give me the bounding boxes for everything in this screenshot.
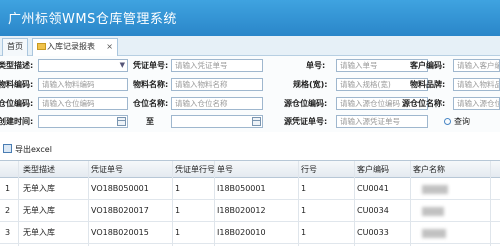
table-row[interactable]: 3 无单入库 VO18B020015 1 I18B020010 1 CU0033 (0, 222, 500, 244)
matcode-label: 物料编码: (0, 80, 34, 89)
time-label: 创建时间: (0, 117, 34, 126)
search-icon (444, 118, 451, 125)
brand-input[interactable]: 请输入物料品牌 (453, 78, 500, 91)
col-header[interactable]: 行号 (298, 161, 356, 178)
column-divider (298, 161, 299, 246)
app-title: 广州标领WMS仓库管理系统 (8, 12, 177, 27)
voucher-label: 凭证单号: (133, 61, 169, 70)
cell-voucher: VO18B050001 (91, 184, 149, 193)
column-divider (88, 161, 89, 246)
cell-voucher: VO18B020017 (91, 206, 149, 215)
col-header[interactable]: 凭证单行号 (172, 161, 216, 178)
time-start-input[interactable] (38, 115, 128, 128)
toolbar: 导出excel (0, 141, 500, 157)
docno-label: 单号: (306, 61, 326, 70)
cell-line: 1 (301, 228, 307, 237)
export-button[interactable]: 导出excel (15, 144, 52, 155)
loccode-label: 仓位编码: (0, 99, 34, 108)
table-row[interactable]: 2 无单入库 VO18B020017 1 I18B020012 1 CU0034 (0, 200, 500, 222)
data-table: 类型描述 凭证单号 凭证单行号 单号 行号 客户编码 客户名称 1 无单入库 V… (0, 160, 500, 246)
chevron-down-icon: ▼ (119, 61, 125, 69)
app-header: 广州标领WMS仓库管理系统 (0, 0, 500, 36)
cell-custname-redacted (422, 185, 448, 194)
close-icon[interactable]: × (106, 39, 113, 55)
cell-voucher-line: 1 (175, 228, 181, 237)
row-number: 1 (5, 184, 11, 193)
cell-voucher-line: 1 (175, 184, 181, 193)
col-header[interactable]: 客户名称 (410, 161, 490, 178)
cell-type: 无单入库 (23, 206, 55, 215)
calendar-icon[interactable] (117, 117, 126, 126)
cell-type: 无单入库 (23, 228, 55, 237)
col-header[interactable]: 类型描述 (20, 161, 90, 178)
column-divider (172, 161, 173, 246)
locname-input[interactable]: 请输入仓位名称 (171, 97, 263, 110)
cell-line: 1 (301, 184, 307, 193)
spec-label: 规格(宽): (293, 80, 328, 89)
srcloccode-label: 源仓位编码: (284, 99, 328, 108)
tab-inbound-report-label: 入库记录报表 (47, 42, 95, 51)
brand-label: 物料品牌: (410, 80, 446, 89)
tab-home[interactable]: 首页 (2, 38, 28, 56)
voucher-input[interactable]: 请输入凭证单号 (171, 59, 263, 72)
filter-form: 类型描述: ▼ 凭证单号: 请输入凭证单号 单号: 请输入单号 客户编码: 请输… (0, 56, 500, 132)
loccode-input[interactable]: 请输入仓位编码 (38, 97, 128, 110)
col-header[interactable]: 凭证单号 (88, 161, 174, 178)
cell-docno: I18B020010 (217, 228, 266, 237)
cell-custcode: CU0041 (357, 184, 389, 193)
cell-line: 1 (301, 206, 307, 215)
query-button[interactable]: 查询 (444, 116, 470, 127)
col-header[interactable]: 单号 (214, 161, 300, 178)
export-icon (3, 144, 12, 153)
matname-input[interactable]: 请输入物料名称 (171, 78, 263, 91)
cell-voucher: VO18B020015 (91, 228, 149, 237)
srclocname-input[interactable]: 请输入源仓位名称 (453, 97, 500, 110)
cell-docno: I18B050001 (217, 184, 266, 193)
matname-label: 物料名称: (133, 80, 169, 89)
srcvoucher-input[interactable]: 请输入源凭证单号 (336, 115, 428, 128)
app-window: 广州标领WMS仓库管理系统 首页 入库记录报表 × 类型描述: ▼ 凭证单号: … (0, 0, 500, 246)
srcvoucher-label: 源凭证单号: (284, 117, 328, 126)
cell-custname-redacted (422, 229, 446, 238)
tab-inbound-report[interactable]: 入库记录报表 × (32, 38, 118, 56)
srclocname-label: 源仓位名称: (402, 99, 446, 108)
folder-icon (37, 43, 46, 50)
calendar-icon[interactable] (252, 117, 261, 126)
time-to-label: 至 (146, 117, 154, 126)
locname-label: 仓位名称: (133, 99, 169, 108)
column-divider (490, 161, 491, 246)
custcode-label: 客户编码: (410, 61, 446, 70)
cell-custcode: CU0034 (357, 206, 389, 215)
custcode-input[interactable]: 请输入客户编码 (453, 59, 500, 72)
column-divider (18, 161, 19, 246)
tab-bar: 首页 入库记录报表 × (0, 36, 500, 56)
row-number: 2 (5, 206, 11, 215)
cell-custname-redacted (422, 207, 444, 216)
col-header[interactable]: 客户编码 (354, 161, 412, 178)
column-divider (410, 161, 411, 246)
table-header: 类型描述 凭证单号 凭证单行号 单号 行号 客户编码 客户名称 (0, 161, 500, 178)
cell-docno: I18B020012 (217, 206, 266, 215)
time-end-input[interactable] (171, 115, 263, 128)
column-divider (354, 161, 355, 246)
table-row[interactable]: 1 无单入库 VO18B050001 1 I18B050001 1 CU0041 (0, 178, 500, 200)
row-number: 3 (5, 228, 11, 237)
cell-type: 无单入库 (23, 184, 55, 193)
cell-voucher-line: 1 (175, 206, 181, 215)
matcode-input[interactable]: 请输入物料编码 (38, 78, 128, 91)
query-label: 查询 (454, 117, 470, 126)
type-select[interactable]: ▼ (38, 59, 128, 72)
column-divider (214, 161, 215, 246)
type-label: 类型描述: (0, 61, 34, 70)
cell-custcode: CU0033 (357, 228, 389, 237)
